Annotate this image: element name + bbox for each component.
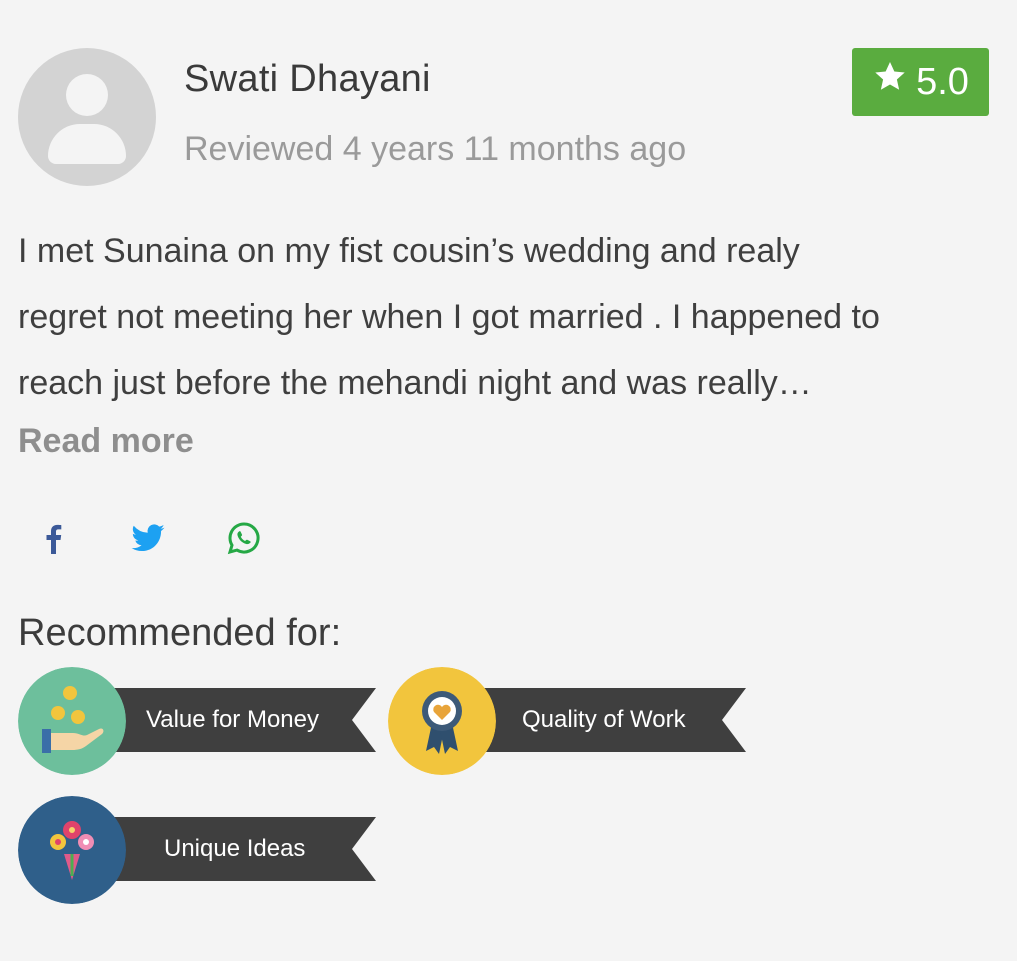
star-icon [872,59,908,105]
money-hand-icon [18,667,126,775]
rating-value: 5.0 [916,60,969,103]
review-line: regret not meeting her when I got marrie… [18,298,880,336]
reviewer-name: Swati Dhayani [184,58,431,100]
flower-bouquet-icon [18,796,126,904]
twitter-icon[interactable] [130,520,166,556]
badge-label: Unique Ideas [164,835,306,862]
user-avatar-icon [18,48,156,186]
review-line: reach just before the mehandi night and … [18,364,812,402]
badge-label: Quality of Work [522,706,686,733]
read-more-link[interactable]: Read more [18,422,194,461]
facebook-icon[interactable] [36,520,72,556]
review-line: I met Sunaina on my fist cousin’s weddin… [18,232,800,270]
recommend-badge-unique-ideas: Unique Ideas [18,796,376,904]
award-ribbon-icon [388,667,496,775]
review-text: I met Sunaina on my fist cousin’s weddin… [18,218,998,416]
recommended-title: Recommended for: [18,612,342,654]
whatsapp-icon[interactable] [226,520,262,556]
recommend-badge-value-for-money: Value for Money [18,667,376,775]
rating-badge: 5.0 [852,48,989,116]
recommend-badge-quality-of-work: Quality of Work [388,667,746,775]
badge-label: Value for Money [146,706,319,733]
review-date: Reviewed 4 years 11 months ago [184,130,687,168]
